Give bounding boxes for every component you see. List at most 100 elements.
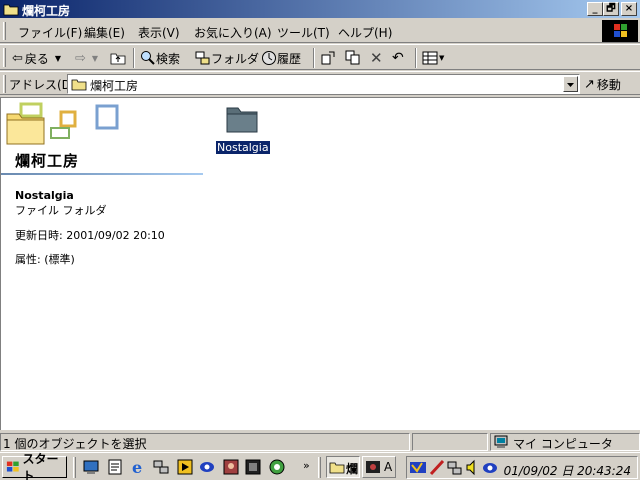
- status-zone: マイ コンピュータ: [513, 437, 613, 451]
- system-tray: 01/09/02 日 20:43:24: [406, 456, 638, 479]
- window-title: 爛柯工房: [22, 4, 71, 18]
- chevron-down-icon: ▼: [439, 54, 445, 62]
- move-to-button[interactable]: [320, 48, 336, 68]
- minimize-button[interactable]: _: [587, 2, 603, 16]
- messenger-icon[interactable]: [482, 459, 498, 476]
- folder-icon: [329, 462, 345, 474]
- menubar-grip[interactable]: [3, 22, 6, 40]
- search-icon: [141, 51, 155, 65]
- forward-arrow-icon: ⇨: [75, 50, 86, 66]
- delete-button[interactable]: ✕: [370, 48, 383, 68]
- internet-explorer-icon[interactable]: e: [130, 458, 148, 476]
- chevron-down-icon: ▼: [91, 53, 99, 63]
- forward-button[interactable]: ⇨ ▼: [75, 48, 98, 68]
- svg-text:e: e: [132, 458, 142, 476]
- windows-logo-icon: [6, 461, 19, 472]
- clock: 01/09/02 日 20:43:24: [503, 464, 631, 478]
- folders-label: フォルダ: [211, 51, 260, 66]
- address-bar: アドレス(D) 爛柯工房 ↗ 移動: [0, 71, 640, 95]
- task-label: 爛: [346, 462, 359, 476]
- menu-edit[interactable]: 編集(E): [84, 24, 125, 41]
- maximize-button[interactable]: 🗗: [603, 2, 619, 16]
- status-count-panel: 1 個のオブジェクトを選択: [0, 433, 410, 451]
- taskbar-task-app[interactable]: A: [362, 456, 396, 478]
- address-value: 爛柯工房: [90, 79, 139, 93]
- selected-name: Nostalgia: [15, 189, 74, 202]
- folder-icon: [71, 79, 87, 91]
- toolbar-separator: [133, 48, 135, 68]
- address-dropdown-button[interactable]: [563, 76, 578, 92]
- network-icon[interactable]: [152, 458, 170, 476]
- status-empty-panel: [412, 433, 488, 451]
- pen-icon[interactable]: [429, 459, 445, 476]
- move-to-icon: [321, 51, 335, 65]
- start-button[interactable]: スタート: [2, 452, 67, 480]
- messenger-icon[interactable]: [198, 458, 216, 476]
- toolbar-grip[interactable]: [3, 48, 6, 67]
- taskbar: スタート e » 爛 A 01/09/02 日 20:43:24: [0, 452, 640, 480]
- address-input[interactable]: 爛柯工房: [67, 74, 580, 94]
- file-item[interactable]: Nostalgia: [213, 102, 273, 155]
- selected-modified: 更新日時: 2001/09/02 20:10: [15, 229, 165, 242]
- search-label: 検索: [156, 51, 181, 66]
- menu-help[interactable]: ヘルプ(H): [338, 24, 392, 41]
- task-label: A: [384, 460, 393, 474]
- taskbar-task-explorer[interactable]: 爛: [326, 456, 360, 478]
- status-bar: 1 個のオブジェクトを選択 マイ コンピュータ: [0, 431, 640, 452]
- my-computer-icon: [494, 435, 508, 448]
- address-grip[interactable]: [3, 75, 6, 93]
- panel-divider: [1, 173, 203, 175]
- copy-to-button[interactable]: [345, 48, 361, 68]
- chevron-down-icon: [567, 83, 574, 87]
- menu-file[interactable]: ファイル(F): [18, 24, 82, 41]
- folder-icon: [3, 4, 19, 16]
- menu-tools[interactable]: ツール(T): [277, 24, 330, 41]
- app-icon: [366, 461, 380, 473]
- selected-attributes: 属性: (標準): [15, 253, 75, 266]
- up-folder-icon: [110, 53, 126, 65]
- file-item-label[interactable]: Nostalgia: [215, 140, 271, 155]
- media-player-icon[interactable]: [176, 458, 194, 476]
- status-zone-panel: マイ コンピュータ: [490, 433, 640, 451]
- folder-view[interactable]: 爛柯工房 Nostalgia ファイル フォルダ 更新日時: 2001/09/0…: [0, 97, 640, 430]
- notepad-icon[interactable]: [106, 458, 124, 476]
- search-button[interactable]: 検索: [140, 48, 180, 68]
- standard-toolbar: ⇦ 戻る ▼ ⇨ ▼ 検索 フォルダ 履歴 ✕ ↶ ▼: [0, 44, 640, 70]
- up-folder-button[interactable]: [110, 48, 126, 68]
- web-panel-banner-icon: [6, 102, 119, 145]
- folders-icon: [195, 51, 210, 65]
- menu-favorites[interactable]: お気に入り(A): [194, 24, 272, 41]
- views-icon: [422, 51, 438, 65]
- chevron-down-icon: ▼: [54, 53, 62, 63]
- app-icon[interactable]: [222, 458, 240, 476]
- app-icon[interactable]: [268, 458, 286, 476]
- go-button[interactable]: ↗ 移動: [584, 74, 636, 94]
- history-icon: [262, 51, 276, 65]
- toolbar-separator: [313, 48, 315, 68]
- volume-icon[interactable]: [465, 459, 479, 476]
- network-icon[interactable]: [447, 459, 463, 476]
- delete-icon: ✕: [370, 49, 383, 67]
- address-label: アドレス(D): [9, 78, 76, 92]
- title-bar[interactable]: 爛柯工房 _ 🗗 ×: [0, 0, 640, 18]
- tasks-grip[interactable]: [318, 457, 321, 478]
- toolbar-separator: [415, 48, 417, 68]
- keyboard-icon[interactable]: [409, 459, 427, 476]
- views-button[interactable]: ▼: [422, 48, 444, 68]
- chevron-right-icon[interactable]: »: [303, 459, 310, 472]
- undo-button[interactable]: ↶: [392, 48, 404, 68]
- undo-icon: ↶: [392, 50, 404, 66]
- folders-button[interactable]: フォルダ: [195, 48, 259, 68]
- back-arrow-icon: ⇦: [12, 50, 23, 66]
- app-icon[interactable]: [244, 458, 262, 476]
- history-button[interactable]: 履歴: [261, 48, 301, 68]
- show-desktop-icon[interactable]: [82, 458, 100, 476]
- folder-icon: [226, 107, 258, 133]
- close-button[interactable]: ×: [621, 2, 637, 16]
- menu-view[interactable]: 表示(V): [138, 24, 180, 41]
- quicklaunch-grip[interactable]: [73, 457, 76, 478]
- start-label: スタート: [22, 452, 59, 480]
- copy-to-icon: [345, 50, 360, 65]
- history-label: 履歴: [277, 51, 302, 66]
- back-button[interactable]: ⇦ 戻る ▼: [12, 48, 61, 68]
